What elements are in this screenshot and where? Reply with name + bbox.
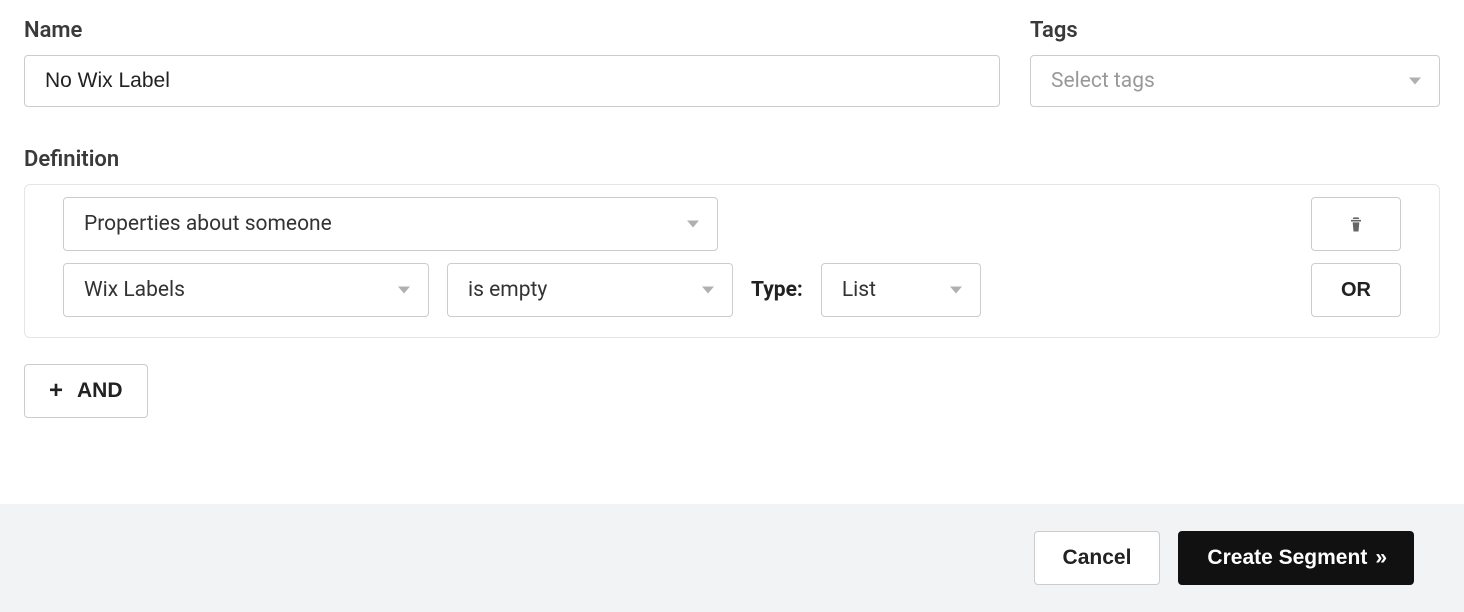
- name-input[interactable]: [24, 55, 1000, 107]
- create-segment-button[interactable]: Create Segment »: [1178, 531, 1414, 585]
- property-source-value: Properties about someone: [63, 197, 718, 251]
- cancel-button[interactable]: Cancel: [1034, 531, 1161, 585]
- footer-bar: Cancel Create Segment »: [0, 504, 1464, 612]
- name-label: Name: [24, 18, 1000, 43]
- tags-select-value: Select tags: [1030, 55, 1440, 107]
- plus-icon: +: [49, 379, 63, 403]
- definition-label: Definition: [24, 147, 1440, 172]
- type-label: Type:: [751, 278, 803, 302]
- create-segment-label: Create Segment: [1207, 546, 1367, 570]
- operator-select[interactable]: is empty: [447, 263, 733, 317]
- chevrons-right-icon: »: [1375, 546, 1385, 570]
- delete-button[interactable]: [1311, 197, 1401, 251]
- or-button[interactable]: OR: [1311, 263, 1401, 317]
- operator-select-value: is empty: [447, 263, 733, 317]
- property-source-select[interactable]: Properties about someone: [63, 197, 718, 251]
- field-select-value: Wix Labels: [63, 263, 429, 317]
- tags-select[interactable]: Select tags: [1030, 55, 1440, 107]
- field-select[interactable]: Wix Labels: [63, 263, 429, 317]
- tags-label: Tags: [1030, 18, 1440, 43]
- definition-group: Properties about someone Wix Labels is: [24, 184, 1440, 338]
- trash-icon: [1346, 213, 1366, 235]
- type-select-value: List: [821, 263, 981, 317]
- type-select[interactable]: List: [821, 263, 981, 317]
- and-button-label: AND: [77, 379, 123, 403]
- and-button[interactable]: + AND: [24, 364, 148, 418]
